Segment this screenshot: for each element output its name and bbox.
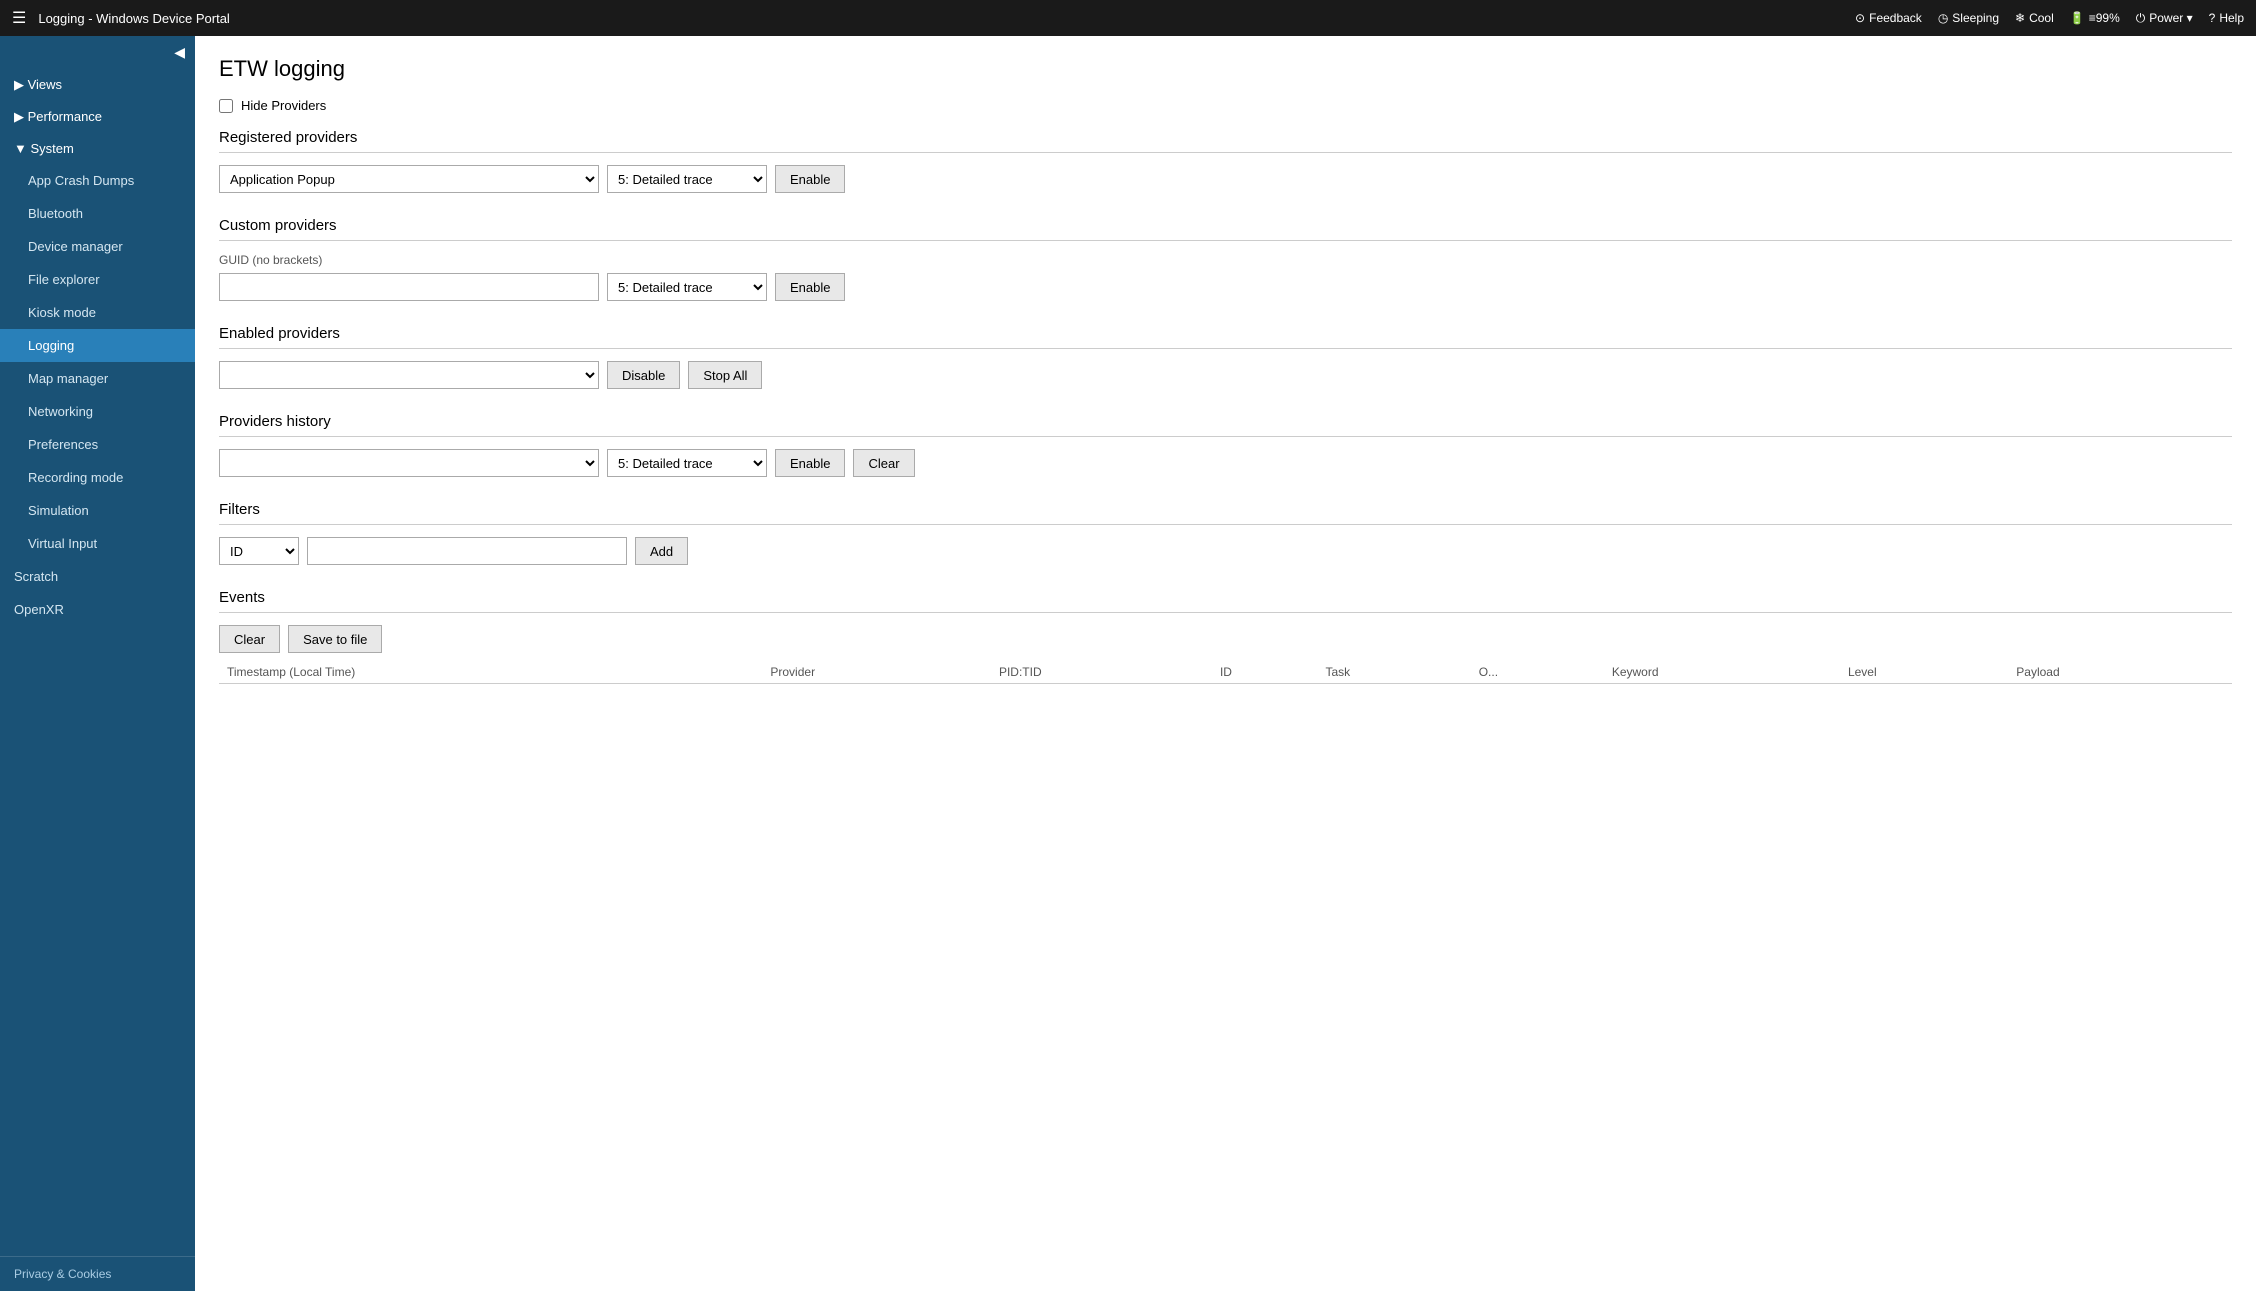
col-payload: Payload (2008, 661, 2232, 684)
sidebar-item-kiosk-mode[interactable]: Kiosk mode (0, 296, 195, 329)
menu-icon[interactable]: ☰ (12, 8, 26, 28)
custom-providers-controls: 1: Critical 2: Error 3: Warning 4: Infor… (219, 273, 2232, 301)
collapse-icon: ◀ (174, 44, 185, 61)
sidebar-item-recording-mode[interactable]: Recording mode (0, 461, 195, 494)
custom-provider-trace-select[interactable]: 1: Critical 2: Error 3: Warning 4: Infor… (607, 273, 767, 301)
enabled-providers-controls: Disable Stop All (219, 361, 2232, 389)
topbar: ☰ Logging - Windows Device Portal ⊙ Feed… (0, 0, 2256, 36)
disable-button[interactable]: Disable (607, 361, 680, 389)
sidebar-item-app-crash-dumps[interactable]: App Crash Dumps (0, 164, 195, 197)
hide-providers-row: Hide Providers (219, 98, 2232, 113)
sleeping-status[interactable]: ◷ Sleeping (1938, 11, 1999, 25)
help-button[interactable]: ? Help (2209, 11, 2244, 25)
registered-providers-title: Registered providers (219, 129, 2232, 153)
events-clear-button[interactable]: Clear (219, 625, 280, 653)
col-pidtid: PID:TID (991, 661, 1212, 684)
custom-provider-enable-button[interactable]: Enable (775, 273, 845, 301)
hide-providers-checkbox[interactable] (219, 99, 233, 113)
sidebar-item-preferences[interactable]: Preferences (0, 428, 195, 461)
events-table: Timestamp (Local Time) Provider PID:TID … (219, 661, 2232, 684)
col-provider: Provider (762, 661, 991, 684)
filters-section: Filters ID Name Level Keyword Add (219, 501, 2232, 565)
sidebar-item-simulation[interactable]: Simulation (0, 494, 195, 527)
col-o: O... (1471, 661, 1604, 684)
guid-label: GUID (no brackets) (219, 253, 2232, 267)
providers-history-trace-select[interactable]: 1: Critical 2: Error 3: Warning 4: Infor… (607, 449, 767, 477)
col-level: Level (1840, 661, 2008, 684)
power-button[interactable]: ⏻ Power ▾ (2136, 11, 2193, 26)
battery-status[interactable]: 🔋 ≡99% (2070, 11, 2120, 25)
col-id: ID (1212, 661, 1317, 684)
events-buttons: Clear Save to file (219, 625, 2232, 653)
sidebar-item-virtual-input[interactable]: Virtual Input (0, 527, 195, 560)
feedback-button[interactable]: ⊙ Feedback (1855, 11, 1922, 25)
registered-providers-controls: Application Popup 1: Critical 2: Error 3… (219, 165, 2232, 193)
privacy-cookies-link[interactable]: Privacy & Cookies (0, 1256, 195, 1291)
guid-input[interactable] (219, 273, 599, 301)
sidebar-item-networking[interactable]: Networking (0, 395, 195, 428)
sidebar-item-device-manager[interactable]: Device manager (0, 230, 195, 263)
providers-history-controls: 1: Critical 2: Error 3: Warning 4: Infor… (219, 449, 2232, 477)
sidebar-item-logging[interactable]: Logging (0, 329, 195, 362)
page-title: ETW logging (219, 56, 2232, 82)
enabled-providers-select[interactable] (219, 361, 599, 389)
registered-provider-select[interactable]: Application Popup (219, 165, 599, 193)
sidebar-group-performance[interactable]: ▶ Performance (0, 101, 195, 133)
events-title: Events (219, 589, 2232, 613)
filters-title: Filters (219, 501, 2232, 525)
col-keyword: Keyword (1604, 661, 1840, 684)
status-bar: ⊙ Feedback ◷ Sleeping ❄ Cool 🔋 ≡99% ⏻ Po… (1855, 11, 2244, 26)
registered-providers-section: Registered providers Application Popup 1… (219, 129, 2232, 193)
registered-provider-enable-button[interactable]: Enable (775, 165, 845, 193)
sidebar-item-file-explorer[interactable]: File explorer (0, 263, 195, 296)
custom-providers-section: Custom providers GUID (no brackets) 1: C… (219, 217, 2232, 301)
temp-status[interactable]: ❄ Cool (2015, 11, 2054, 25)
sidebar-item-openxr[interactable]: OpenXR (0, 593, 195, 626)
collapse-button[interactable]: ◀ (0, 36, 195, 69)
content-area: ETW logging Hide Providers Registered pr… (195, 36, 2256, 1291)
stop-all-button[interactable]: Stop All (688, 361, 762, 389)
hide-providers-label[interactable]: Hide Providers (241, 98, 326, 113)
filter-type-select[interactable]: ID Name Level Keyword (219, 537, 299, 565)
sidebar-item-scratch[interactable]: Scratch (0, 560, 195, 593)
enabled-providers-title: Enabled providers (219, 325, 2232, 349)
custom-providers-title: Custom providers (219, 217, 2232, 241)
registered-provider-trace-select[interactable]: 1: Critical 2: Error 3: Warning 4: Infor… (607, 165, 767, 193)
app-title: Logging - Windows Device Portal (38, 11, 1855, 26)
filter-value-input[interactable] (307, 537, 627, 565)
providers-history-section: Providers history 1: Critical 2: Error 3… (219, 413, 2232, 477)
providers-history-select[interactable] (219, 449, 599, 477)
main-layout: ◀ ▶ Views ▶ Performance ▼ System App Cra… (0, 36, 2256, 1291)
events-save-button[interactable]: Save to file (288, 625, 382, 653)
sidebar-group-system[interactable]: ▼ System (0, 133, 195, 164)
providers-history-enable-button[interactable]: Enable (775, 449, 845, 477)
sidebar: ◀ ▶ Views ▶ Performance ▼ System App Cra… (0, 36, 195, 1291)
sidebar-item-bluetooth[interactable]: Bluetooth (0, 197, 195, 230)
sidebar-item-map-manager[interactable]: Map manager (0, 362, 195, 395)
sidebar-group-views[interactable]: ▶ Views (0, 69, 195, 101)
providers-history-clear-button[interactable]: Clear (853, 449, 914, 477)
providers-history-title: Providers history (219, 413, 2232, 437)
events-section: Events Clear Save to file Timestamp (Loc… (219, 589, 2232, 684)
filters-controls: ID Name Level Keyword Add (219, 537, 2232, 565)
enabled-providers-section: Enabled providers Disable Stop All (219, 325, 2232, 389)
filter-add-button[interactable]: Add (635, 537, 688, 565)
col-timestamp: Timestamp (Local Time) (219, 661, 762, 684)
col-task: Task (1317, 661, 1470, 684)
